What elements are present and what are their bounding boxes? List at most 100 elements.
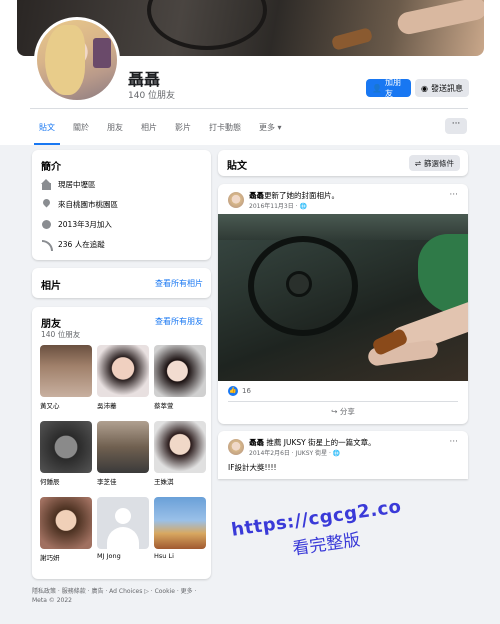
see-all-friends-link[interactable]: 查看所有朋友 [155, 316, 203, 327]
friend-name[interactable]: 李芝佳 [97, 476, 149, 486]
intro-from: 來自桃園市桃園區 [41, 199, 118, 210]
friend-photo[interactable] [154, 497, 206, 549]
post-headline: 聶聶更新了她的封面相片。 [249, 190, 339, 201]
tab-photos[interactable]: 相片 [132, 118, 166, 138]
friend-name[interactable]: 黃又心 [40, 400, 92, 410]
filter-label: 篩選條件 [424, 158, 454, 168]
intro-card: 簡介 現居中壢區 來自桃園市桃園區 2013年3月加入 236 人在追蹤 [32, 150, 211, 260]
friend-photo[interactable] [40, 497, 92, 549]
more-options-button[interactable]: ··· [445, 118, 467, 134]
post-author[interactable]: 聶聶 [249, 438, 264, 447]
add-friend-label: 加朋友 [384, 78, 401, 98]
friend-photo[interactable] [154, 345, 206, 397]
intro-followers-text[interactable]: 236 人在追蹤 [58, 239, 105, 250]
photos-title[interactable]: 相片 [41, 277, 61, 292]
friend-photo[interactable] [97, 345, 149, 397]
friend-name[interactable]: 蔡萃萱 [154, 400, 206, 410]
post-author-avatar[interactable] [228, 439, 244, 455]
friend-item[interactable]: 吳沛蓁 [97, 345, 149, 421]
send-message-button[interactable]: ◉ 發送訊息 [415, 79, 469, 97]
friend-photo[interactable] [154, 421, 206, 473]
friend-name[interactable]: 吳沛蓁 [97, 400, 149, 410]
photo-wheel-hub [286, 271, 312, 297]
tab-checkins[interactable]: 打卡動態 [200, 118, 250, 138]
profile-tabs: 貼文 關於 朋友 相片 影片 打卡動態 更多 ▾ [30, 118, 291, 145]
tab-about[interactable]: 關於 [64, 118, 98, 138]
friends-grid: 黃又心 吳沛蓁 蔡萃萱 何鍾辰 李芝佳 王姝淇 謝巧妍 MJ Jong Hsu … [40, 345, 206, 573]
friend-photo[interactable] [40, 421, 92, 473]
friend-item[interactable]: 王姝淇 [154, 421, 206, 497]
post-meta: 2014年2月6日 · JUKSY 街星 · 🌐 [249, 448, 340, 457]
avatar-hair [45, 25, 85, 95]
friend-item[interactable]: MJ Jong [97, 497, 149, 573]
posts-title: 貼文 [227, 161, 247, 172]
friend-item[interactable]: 李芝佳 [97, 421, 149, 497]
watermark: https://cgcg2.co 看完整版 [230, 496, 406, 567]
post-headline: 聶聶 推薦 JUKSY 街星上的一篇文章。 [249, 437, 376, 448]
photo-dashboard [218, 214, 468, 240]
intro-joined: 2013年3月加入 [41, 219, 112, 230]
tab-more-label: 更多 [259, 123, 275, 132]
send-message-label: 發送訊息 [430, 83, 463, 93]
friend-name[interactable]: 王姝淇 [154, 476, 206, 486]
post-body: IF設計大獎!!!! [228, 463, 277, 472]
reaction-count[interactable]: 16 [242, 387, 251, 395]
friend-photo[interactable] [97, 421, 149, 473]
cover-leg [395, 0, 484, 37]
profile-avatar[interactable] [34, 17, 120, 103]
home-icon [41, 179, 52, 190]
friend-item[interactable]: Hsu Li [154, 497, 206, 573]
caret-down-icon: ▾ [277, 123, 282, 132]
post-action: 更新了她的封面相片。 [264, 191, 339, 200]
add-person-icon: 👤 [372, 83, 382, 93]
post-separator [228, 401, 458, 402]
post-photo[interactable] [218, 214, 468, 381]
post-options-icon[interactable]: ··· [449, 190, 458, 200]
intro-lives-in-text[interactable]: 現居中壢區 [58, 179, 96, 190]
location-pin-icon [41, 199, 52, 210]
tab-more[interactable]: 更多 ▾ [250, 118, 291, 138]
share-icon: ↪ [331, 407, 338, 416]
footer-copyright: Meta © 2022 [32, 597, 72, 604]
photo-dress [418, 234, 468, 314]
friend-name[interactable]: Hsu Li [154, 552, 206, 560]
friends-card: 朋友 查看所有朋友 140 位朋友 黃又心 吳沛蓁 蔡萃萱 何鍾辰 李芝佳 王姝… [32, 307, 211, 579]
friends-title[interactable]: 朋友 [41, 315, 61, 330]
footer-links[interactable]: 隱私政策 · 服務條款 · 廣告 · Ad Choices ▷ · Cookie… [32, 587, 212, 596]
friend-item[interactable]: 何鍾辰 [40, 421, 92, 497]
profile-name: 聶聶 [128, 70, 161, 89]
post-author[interactable]: 聶聶 [249, 191, 264, 200]
see-all-photos-link[interactable]: 查看所有相片 [155, 278, 203, 289]
friend-item[interactable]: 謝巧妍 [40, 497, 92, 573]
friend-name[interactable]: 何鍾辰 [40, 476, 92, 486]
header-divider [30, 108, 468, 109]
share-button[interactable]: ↪ 分享 [218, 406, 468, 417]
tab-friends[interactable]: 朋友 [98, 118, 132, 138]
tab-posts[interactable]: 貼文 [30, 118, 64, 145]
intro-joined-text: 2013年3月加入 [58, 220, 112, 229]
profile-friends-count[interactable]: 140 位朋友 [128, 88, 175, 101]
photos-card: 相片 查看所有相片 [32, 268, 211, 298]
intro-from-text[interactable]: 來自桃園市桃園區 [58, 199, 118, 210]
post-card: 聶聶 推薦 JUKSY 街星上的一篇文章。 2014年2月6日 · JUKSY … [218, 431, 468, 479]
cover-shoe [330, 27, 374, 51]
rss-icon [41, 239, 53, 251]
friend-name[interactable]: 謝巧妍 [40, 552, 92, 562]
tab-videos[interactable]: 影片 [166, 118, 200, 138]
page-footer: 隱私政策 · 服務條款 · 廣告 · Ad Choices ▷ · Cookie… [32, 587, 212, 605]
post-date[interactable]: 2016年11月3日 · [249, 203, 299, 210]
friend-item[interactable]: 蔡萃萱 [154, 345, 206, 421]
friend-photo[interactable] [40, 345, 92, 397]
intro-followers: 236 人在追蹤 [41, 239, 105, 251]
like-icon: 👍 [228, 386, 238, 396]
post-options-icon[interactable]: ··· [449, 437, 458, 447]
default-avatar-icon[interactable] [97, 497, 149, 549]
post-author-avatar[interactable] [228, 192, 244, 208]
add-friend-button[interactable]: 👤 加朋友 [366, 78, 411, 98]
post-date[interactable]: 2014年2月6日 · JUKSY 街星 · [249, 450, 333, 457]
friend-item[interactable]: 黃又心 [40, 345, 92, 421]
friend-name[interactable]: MJ Jong [97, 552, 149, 560]
filter-button[interactable]: ⇌ 篩選條件 [408, 155, 460, 171]
post-reactions[interactable]: 👍 16 [228, 386, 251, 396]
globe-icon: 🌐 [299, 203, 307, 210]
